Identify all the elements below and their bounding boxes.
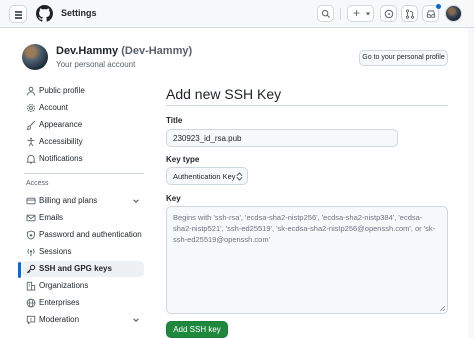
issues-button[interactable] [380,5,397,22]
mail-icon [26,214,36,222]
sidebar-item-moderation[interactable]: Moderation [22,312,144,328]
avatar[interactable] [445,5,462,22]
paintbrush-icon [26,120,36,130]
key-label: Key [166,194,181,203]
inbox-icon [426,9,435,18]
resize-handle-icon[interactable] [439,305,445,311]
sidebar-divider [24,173,144,174]
notification-indicator [436,4,441,9]
account-subtitle: Your personal account [56,60,136,69]
sidebar-item-label: Emails [39,213,64,222]
sidebar-item-password[interactable]: Password and authentication [22,227,144,243]
sidebar-item-label: Organizations [39,281,89,290]
github-logo-icon[interactable] [36,5,53,22]
heading-divider [166,105,448,106]
sidebar-item-label: Enterprises [39,298,80,307]
sidebar-item-label: Notifications [39,154,83,163]
sidebar-section-heading: Access [26,180,49,187]
broadcast-icon [27,248,35,257]
title-label: Title [166,116,183,125]
user-display-name: Dev.Hammy [56,45,119,57]
sidebar-item-enterprises[interactable]: Enterprises [22,295,144,311]
title-input[interactable]: 230923_id_rsa.pub [166,129,398,147]
sidebar-item-emails[interactable]: Emails [22,210,144,226]
sidebar-item-label: Password and authentication [39,230,142,239]
git-pull-request-icon [405,8,414,19]
key-textarea[interactable]: Begins with 'ssh-rsa', 'ecdsa-sha2-nistp… [166,206,448,314]
sidebar-item-label: Appearance [39,120,83,129]
sidebar-item-appearance[interactable]: Appearance [22,117,144,133]
globe-icon [26,298,36,308]
go-to-profile-button[interactable]: Go to your personal profile [359,50,448,66]
header-divider [340,8,341,20]
sidebar-item-label: SSH and GPG keys [39,264,112,273]
add-ssh-key-button[interactable]: Add SSH key [166,321,228,338]
search-icon [321,9,330,18]
sidebar-item-label: Sessions [39,247,72,256]
sidebar-item-label: Accessibility [39,137,83,146]
report-icon [26,315,36,325]
key-placeholder: Begins with 'ssh-rsa', 'ecdsa-sha2-nistp… [173,213,436,244]
scrollbar[interactable] [468,28,474,338]
person-icon [27,86,35,96]
sidebar-item-notifications[interactable]: Notifications [22,151,144,167]
key-type-value: Authentication Key [173,172,236,181]
active-item-indicator [18,262,21,278]
sidebar-item-label: Billing and plans [39,196,98,205]
search-button[interactable] [317,5,334,22]
pull-requests-button[interactable] [401,5,418,22]
chevron-down-icon [133,318,139,322]
accessibility-icon [27,137,35,147]
credit-card-icon [26,197,36,205]
gear-icon [27,104,35,112]
key-icon [26,264,36,274]
sidebar-item-sessions[interactable]: Sessions [22,244,144,260]
user-name-heading: Dev.Hammy (Dev-Hammy) [56,45,192,57]
sidebar-item-accessibility[interactable]: Accessibility [22,134,144,150]
issue-opened-icon [384,9,393,18]
shield-lock-icon [27,230,35,240]
page-title: Settings [61,8,97,18]
triangle-down-icon [365,12,371,15]
sidebar-item-label: Moderation [39,315,80,324]
key-type-label: Key type [166,155,200,164]
sidebar-item-organizations[interactable]: Organizations [22,278,144,294]
user-handle: (Dev-Hammy) [121,45,193,57]
top-header: Settings + [0,0,474,28]
organization-icon [26,281,36,291]
profile-avatar [22,44,48,70]
sidebar-item-ssh-gpg-keys[interactable]: SSH and GPG keys [22,261,144,277]
sidebar-item-public-profile[interactable]: Public profile [22,83,144,99]
create-new-button[interactable]: + [347,5,374,22]
form-heading: Add new SSH Key [166,86,282,102]
menu-button[interactable] [9,5,27,23]
plus-icon: + [353,6,361,20]
sidebar-item-account[interactable]: Account [22,100,144,116]
key-type-select[interactable]: Authentication Key [166,167,248,185]
select-arrows-icon [236,172,243,181]
sidebar-item-label: Public profile [39,86,85,95]
sidebar-item-label: Account [39,103,68,112]
bell-icon [26,154,36,164]
chevron-down-icon [133,199,139,203]
sidebar-item-billing[interactable]: Billing and plans [22,193,144,209]
